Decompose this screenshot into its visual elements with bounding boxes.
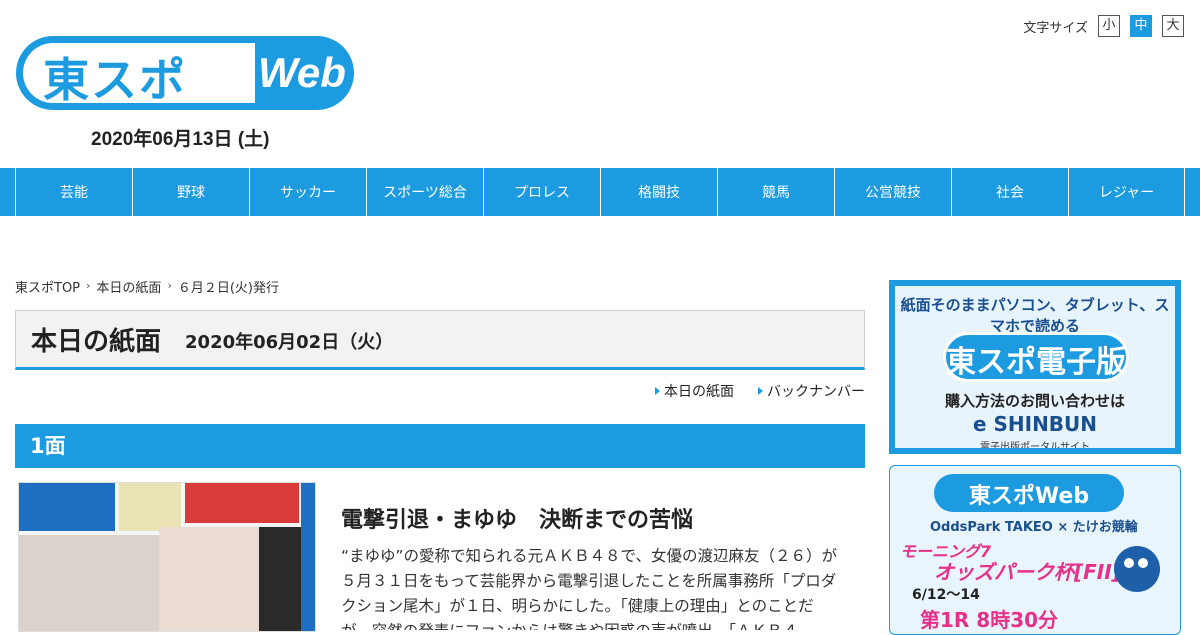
thumb-photo-crowd [19,535,159,631]
nav-item-baseball[interactable]: 野球 [132,168,249,216]
nav-item-sports[interactable]: スポーツ総合 [366,168,483,216]
link-back-numbers[interactable]: バックナンバー [758,381,865,401]
ad-keirin-date: 6/12〜14 [912,587,980,603]
ad-denshiban-logo-text: 東スポ電子版 [946,345,1126,380]
triangle-right-icon [758,387,763,395]
page-title-date: 2020年06月02日（火） [185,332,394,353]
breadcrumb-separator-icon: › [167,279,172,292]
thumb-block-blue [19,483,115,531]
ad-denshiban[interactable]: 紙面そのままパソコン、タブレット、スマホで読める 東スポ電子版 購入方法のお問い… [889,280,1181,454]
font-size-control: 文字サイズ 小 中 大 [1023,15,1184,37]
nav-item-society[interactable]: 社会 [951,168,1068,216]
nav-item-martial-arts[interactable]: 格闘技 [600,168,717,216]
font-size-large-button[interactable]: 大 [1162,15,1184,37]
mascot-bird-icon [1114,546,1160,592]
ad-keirin[interactable]: 東スポWeb OddsPark TAKEO × たけお競輪 モーニング7 オッズ… [889,465,1181,635]
logo-jp-text: 東スポ [43,53,187,107]
ad-denshiban-inquiry: 購入方法のお問い合わせは [944,392,1125,410]
nav-item-horse-racing[interactable]: 競馬 [717,168,834,216]
breadcrumb-today[interactable]: 本日の紙面 [96,277,161,296]
main-nav: 芸能 野球 サッカー スポーツ総合 プロレス 格闘技 競馬 公営競技 社会 レジ… [0,168,1200,216]
page-title-box: 本日の紙面 2020年06月02日（火） [15,310,865,370]
thumb-block-dark [259,527,301,631]
header-date: 2020年06月13日 (土) [91,129,270,150]
breadcrumb: 東スポTOP › 本日の紙面 › ６月２日(火)発行 [15,277,279,296]
link-todays-paper[interactable]: 本日の紙面 [655,381,734,401]
article-body: “まゆゆ”の愛称で知られる元ＡＫＢ４８で、女優の渡辺麻友（２６）が５月３１日をも… [341,547,837,630]
mascot-eye-left [1124,558,1134,568]
link-back-numbers-label: バックナンバー [767,384,865,400]
front-page-thumbnail[interactable] [18,482,316,632]
breadcrumb-current: ６月２日(火)発行 [177,281,279,296]
nav-item-soccer[interactable]: サッカー [249,168,366,216]
ad-denshiban-inner: 紙面そのままパソコン、タブレット、スマホで読める 東スポ電子版 購入方法のお問い… [895,286,1175,448]
font-size-small-button[interactable]: 小 [1098,15,1120,37]
ad-keirin-logo: 東スポWeb [934,474,1124,512]
nav-item-geinou[interactable]: 芸能 [15,168,132,216]
triangle-right-icon [655,387,660,395]
link-todays-paper-label: 本日の紙面 [664,384,734,400]
ad-denshiban-brand: e SHINBUN [972,412,1098,436]
ad-denshiban-sub: 電子出版ポータルサイト [980,442,1090,448]
nav-item-leisure[interactable]: レジャー [1068,168,1185,216]
ad-denshiban-tagline: 紙面そのままパソコン、タブレット、スマホで読める [900,296,1170,335]
font-size-medium-button[interactable]: 中 [1130,15,1152,37]
ad-keirin-time: 第1R 8時30分 [920,608,1059,632]
logo-web-text: Web [258,49,346,96]
mascot-eye-right [1138,558,1148,568]
breadcrumb-top[interactable]: 東スポTOP [15,277,80,296]
logo-inner: 東スポ [23,43,255,107]
thumb-block-blue-side [301,483,315,631]
article-title[interactable]: 電撃引退・まゆゆ 決断までの苦悩 [341,502,693,534]
sub-links: 本日の紙面 バックナンバー [655,381,865,401]
site-logo[interactable]: 東スポ Web [16,36,354,110]
section-header: 1面 [15,424,865,468]
thumb-block-red [185,483,299,523]
ad-denshiban-logo: 東スポ電子版 [943,332,1129,382]
breadcrumb-separator-icon: › [86,279,91,292]
ad-keirin-sponsor: OddsPark TAKEO × たけお競輪 [930,520,1138,535]
nav-item-prowrestling[interactable]: プロレス [483,168,600,216]
font-size-label: 文字サイズ [1023,20,1088,36]
ad-keirin-event-name: オッズパーク杯[FII] [934,560,1121,584]
ad-keirin-logo-text: 東スポWeb [968,484,1090,509]
thumb-block-yellow [119,483,181,531]
page-title: 本日の紙面 [31,326,162,357]
thumb-photo-portrait [159,527,259,631]
nav-item-public-racing[interactable]: 公営競技 [834,168,951,216]
